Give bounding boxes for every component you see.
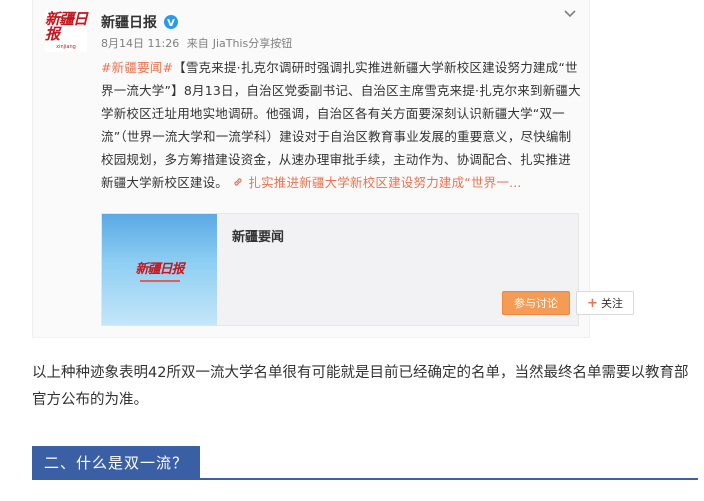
- verified-icon: V: [163, 14, 179, 30]
- chevron-down-icon[interactable]: [561, 6, 579, 22]
- post-meta: 8月14日 11:26 来自 JiaThis分享按钮: [101, 35, 296, 51]
- discuss-button[interactable]: 参与讨论: [502, 291, 570, 315]
- avatar-logo-sub: xinjiang: [56, 44, 76, 50]
- post-source-prefix: 来自: [186, 37, 209, 50]
- avatar-logo: 新疆日报: [45, 10, 88, 43]
- follow-button[interactable]: + 关注: [576, 291, 634, 315]
- weibo-post-card: 新疆日报 xinjiang 新疆日报 V 8月14日 11:26 来自 JiaTh…: [32, 0, 634, 338]
- section-divider: [32, 478, 698, 480]
- plus-icon: +: [587, 295, 598, 311]
- author-name[interactable]: 新疆日报: [101, 12, 157, 32]
- post-text: 【雪克来提·扎克尔调研时强调扎实推进新疆大学新校区建设努力建成“世界一流大学”】…: [101, 60, 581, 190]
- link-card-title: 新疆要闻: [232, 230, 285, 245]
- post-date[interactable]: 8月14日 11:26: [101, 37, 179, 50]
- topic-link[interactable]: #新疆要闻#: [101, 60, 173, 75]
- thumb-decoration: [139, 279, 180, 282]
- article-link-text: 扎实推进新疆大学新校区建设努力建成“世界一...: [248, 175, 522, 190]
- link-card-thumbnail: 新疆日报: [102, 214, 217, 325]
- post-source[interactable]: JiaThis分享按钮: [213, 37, 293, 50]
- svg-text:V: V: [167, 18, 175, 29]
- link-card[interactable]: 新疆日报 新疆要闻 参与讨论 + 关注: [101, 213, 634, 326]
- article-link[interactable]: 扎实推进新疆大学新校区建设努力建成“世界一...: [232, 175, 521, 190]
- thumb-logo: 新疆日报: [135, 261, 184, 277]
- author-name-row: 新疆日报 V: [101, 12, 179, 32]
- section-heading: 二、什么是双一流？: [32, 446, 201, 478]
- link-icon: [234, 178, 242, 186]
- follow-label: 关注: [600, 297, 623, 310]
- post-body: #新疆要闻#【雪克来提·扎克尔调研时强调扎实推进新疆大学新校区建设努力建成“世界…: [101, 56, 581, 194]
- avatar[interactable]: 新疆日报 xinjiang: [45, 10, 88, 52]
- section-heading-text: 二、什么是双一流？: [32, 446, 201, 478]
- article-paragraph: 以上种种迹象表明42所双一流大学名单很有可能就是目前已经确定的名单，当然最终名单…: [32, 365, 689, 408]
